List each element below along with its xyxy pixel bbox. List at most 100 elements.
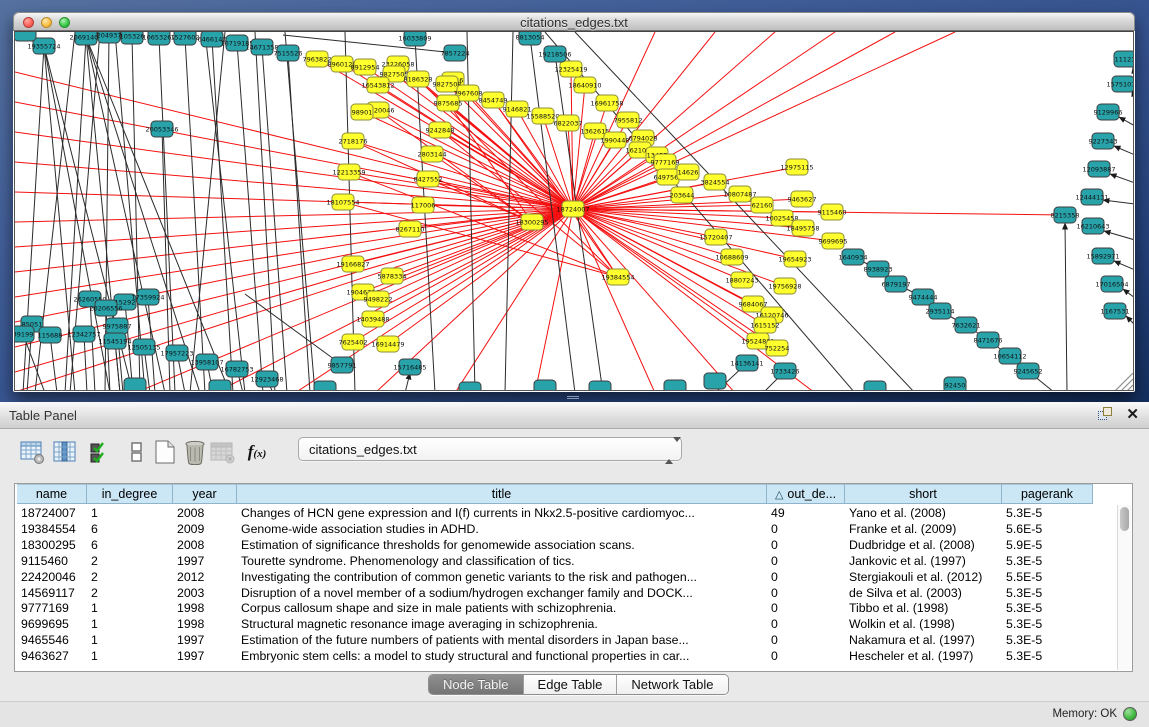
cell-out_de[interactable]: 0 [771,633,843,647]
graph-node[interactable]: 1615152 [751,317,780,333]
cell-in_degree[interactable]: 1 [91,633,171,647]
graph-node[interactable]: 7632621 [952,317,981,333]
column-header-name[interactable]: name [17,484,87,504]
graph-node[interactable]: 7955812 [614,112,643,128]
cell-in_degree[interactable]: 2 [91,570,171,584]
graph-node[interactable]: 9975887 [103,318,132,334]
graph-node[interactable]: 9227343 [1089,133,1118,149]
graph-node[interactable]: 1527602 [171,32,200,45]
cell-short[interactable]: Nakamura et al. (1997) [849,633,1000,647]
graph-node[interactable] [704,373,726,389]
table-row[interactable]: 1938455462009Genome-wide association stu… [15,521,1093,537]
cell-in_degree[interactable]: 2 [91,586,171,600]
graph-node[interactable]: 7857224 [441,45,470,61]
graph-node[interactable]: 9857791 [328,357,357,373]
column-header-out_de[interactable]: △out_de... [767,484,845,504]
graph-node[interactable]: 9242848 [426,122,455,138]
graph-node[interactable]: 203644 [670,187,695,203]
cell-short[interactable]: Stergiakouli et al. (2012) [849,570,1000,584]
column-header-short[interactable]: short [845,484,1002,504]
import-table-disabled-icon[interactable] [210,438,236,466]
cell-in_degree[interactable]: 1 [91,649,171,663]
cell-year[interactable]: 2012 [177,570,235,584]
close-panel-icon[interactable]: ✕ [1126,407,1139,423]
panel-divider-handle[interactable] [567,396,579,401]
cell-out_de[interactable]: 0 [771,522,843,536]
table-row[interactable]: 1830029562008Estimation of significance … [15,537,1093,553]
table-row[interactable]: 2242004622012Investigating the contribut… [15,569,1093,585]
graph-node[interactable]: 9245652 [1014,363,1043,379]
graph-node[interactable]: 19218506 [538,46,571,62]
cell-short[interactable]: Hescheler et al. (1997) [849,649,1000,663]
column-header-title[interactable]: title [237,484,767,504]
select-attributes-icon[interactable] [87,438,113,466]
cell-name[interactable]: 14569117 [21,586,85,600]
graph-node[interactable] [589,381,611,391]
table-row[interactable]: 969969511998Structural magnetic resonanc… [15,616,1093,632]
tab-network-table[interactable]: Network Table [617,675,727,694]
graph-node[interactable] [15,32,36,41]
cell-pagerank[interactable]: 5.5E-5 [1006,570,1091,584]
vertical-scrollbar[interactable] [1117,505,1131,670]
graph-node[interactable]: 7625402 [339,334,368,350]
cell-name[interactable]: 9699695 [21,617,85,631]
node-table[interactable]: namein_degreeyeartitle△out_de...shortpag… [14,483,1133,672]
cell-title[interactable]: Corpus callosum shape and size in male p… [241,601,765,615]
merge-rows-icon[interactable] [124,438,150,466]
column-header-year[interactable]: year [173,484,237,504]
table-select-dropdown[interactable]: citations_edges.txt [298,437,682,461]
cell-short[interactable]: de Silva et al. (2003) [849,586,1000,600]
graph-node[interactable]: 204937 [97,32,122,43]
graph-node[interactable]: 117006 [411,197,436,213]
cell-pagerank[interactable]: 5.9E-5 [1006,538,1091,552]
cell-pagerank[interactable]: 5.3E-5 [1006,649,1091,663]
cell-year[interactable]: 2003 [177,586,235,600]
network-canvas[interactable]: 1872400718300295193845547963822896012889… [14,31,1134,391]
graph-node[interactable] [534,380,556,391]
graph-node[interactable]: 19756928 [768,278,801,294]
resize-grip-icon[interactable] [1115,373,1133,391]
delete-trash-icon[interactable] [182,438,208,466]
cell-year[interactable]: 1997 [177,554,235,568]
scrollbar-thumb[interactable] [1120,507,1129,531]
graph-node[interactable]: 9498222 [364,291,393,307]
window-titlebar[interactable]: citations_edges.txt [13,12,1135,31]
graph-node[interactable]: 12975115 [780,159,813,175]
cell-pagerank[interactable]: 5.6E-5 [1006,522,1091,536]
graph-node[interactable]: 3824554 [701,174,730,190]
graph-node[interactable]: 2718176 [339,133,368,149]
graph-node[interactable]: 18107554 [326,194,359,210]
cell-out_de[interactable]: 49 [771,506,843,520]
table-row[interactable]: 946362711997Embryonic stem cells: a mode… [15,648,1093,664]
cell-year[interactable]: 1997 [177,649,235,663]
graph-node[interactable]: 98901 [351,104,373,120]
graph-node[interactable]: 16914479 [371,336,404,352]
cell-in_degree[interactable]: 6 [91,538,171,552]
graph-node[interactable]: 6879197 [882,276,911,292]
cell-out_de[interactable]: 0 [771,538,843,552]
cell-out_de[interactable]: 0 [771,617,843,631]
graph-node[interactable]: 8427552 [414,171,443,187]
cell-short[interactable]: Yano et al. (2008) [849,506,1000,520]
cell-name[interactable]: 9115460 [21,554,85,568]
table-header-row[interactable]: namein_degreeyeartitle△out_de...shortpag… [15,484,1093,504]
cell-name[interactable]: 18724007 [21,506,85,520]
graph-node[interactable]: 2803144 [418,146,447,162]
graph-node[interactable]: 16961758 [590,95,623,111]
cell-short[interactable]: Franke et al. (2009) [849,522,1000,536]
graph-node[interactable]: 10654112 [993,348,1026,364]
graph-node[interactable]: 15716485 [393,359,426,375]
cell-title[interactable]: Embryonic stem cells: a model to study s… [241,649,765,663]
graph-node[interactable] [664,380,686,391]
cell-name[interactable]: 18300295 [21,538,85,552]
graph-node[interactable]: 9115460 [818,204,847,220]
table-row[interactable]: 977716911998Corpus callosum shape and si… [15,600,1093,616]
graph-node[interactable]: 62160 [751,197,773,213]
graph-node[interactable]: 14039488 [356,311,389,327]
graph-node[interactable]: 115688 [38,327,63,343]
graph-node[interactable]: 8267110 [396,221,425,237]
graph-node[interactable]: 9129966 [1094,104,1123,120]
cell-pagerank[interactable]: 5.3E-5 [1006,586,1091,600]
cell-pagerank[interactable]: 5.3E-5 [1006,633,1091,647]
graph-node[interactable]: 11123 [1114,51,1134,67]
